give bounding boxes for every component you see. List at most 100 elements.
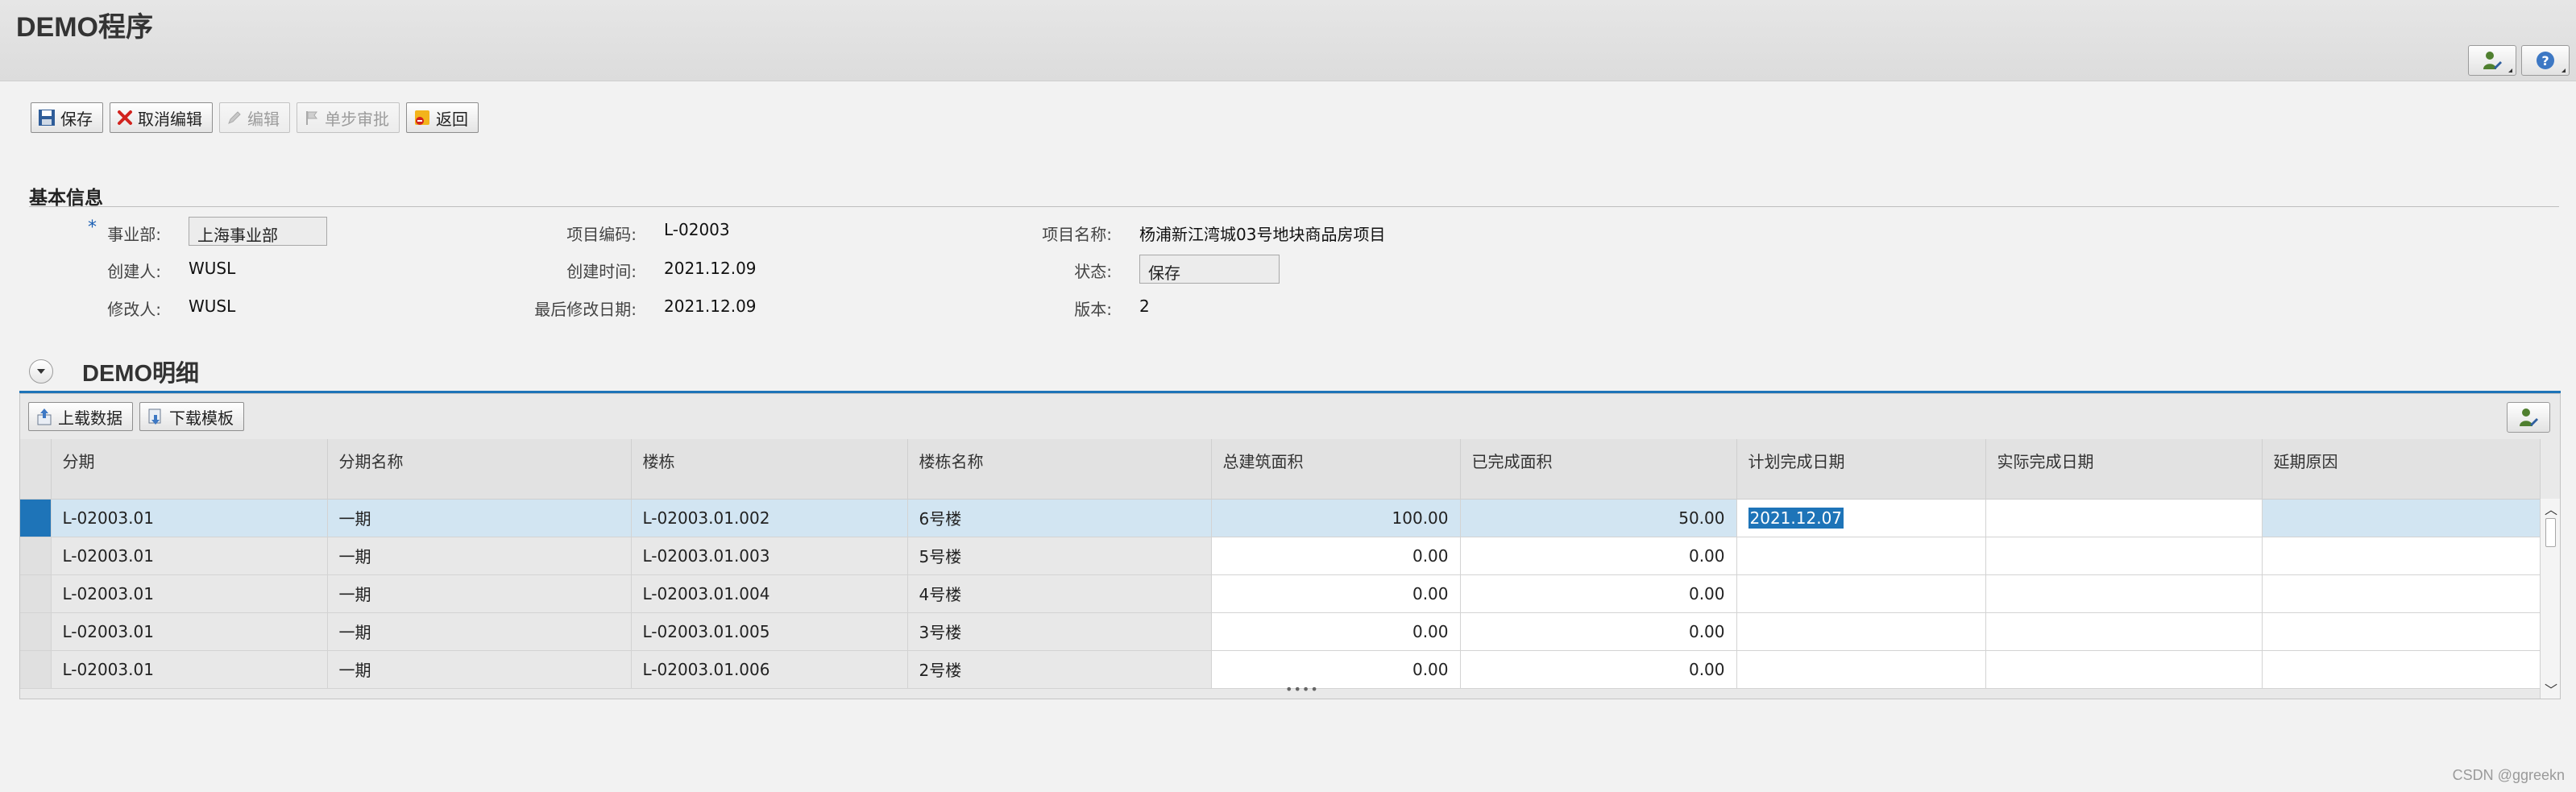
row-selector-header[interactable] [20,439,52,500]
table-row[interactable]: L-02003.01 一期 L-02003.01.006 2号楼 0.00 0.… [20,650,2541,689]
back-button-label: 返回 [436,109,468,129]
division-field[interactable]: 上海事业部 [189,217,327,246]
column-header[interactable]: 分期 [51,439,328,500]
version-value: 2 [1139,296,1150,316]
building-cell: L-02003.01.005 [631,612,908,651]
status-field[interactable]: 保存 [1139,255,1280,284]
save-button-label: 保存 [60,109,93,129]
collapse-detail-button[interactable] [29,359,53,384]
done-area-cell[interactable]: 50.00 [1460,499,1737,537]
done-area-cell[interactable]: 0.00 [1460,574,1737,613]
total-area-cell[interactable]: 0.00 [1211,650,1461,689]
svg-text:?: ? [2541,53,2549,68]
table-row[interactable]: L-02003.01 一期 L-02003.01.002 6号楼 100.00 … [20,499,2541,537]
resize-grip-icon[interactable]: •••• [1285,682,1319,697]
table-row[interactable]: L-02003.01 一期 L-02003.01.003 5号楼 0.00 0.… [20,537,2541,575]
row-selector[interactable] [20,574,52,613]
column-header[interactable]: 实际完成日期 [1985,439,2263,500]
phase-cell: L-02003.01 [51,612,328,651]
table-row[interactable]: L-02003.01 一期 L-02003.01.005 3号楼 0.00 0.… [20,612,2541,651]
done-area-cell[interactable]: 0.00 [1460,537,1737,575]
modifier-label: 修改人: [107,300,161,319]
cancel-icon [118,110,132,125]
vertical-scrollbar[interactable]: ︿ ﹀ [2540,499,2560,699]
detail-section-title: DEMO明细 [82,361,200,387]
download-template-label: 下载模板 [169,408,234,428]
back-button[interactable]: 返回 [406,102,479,133]
edit-button[interactable]: 编辑 [219,102,290,133]
column-header[interactable]: 总建筑面积 [1211,439,1461,500]
basic-info-divider [29,206,2559,207]
save-button[interactable]: 保存 [31,102,103,133]
project-name-value: 杨浦新江湾城03号地块商品房项目 [1139,225,1386,244]
plan-date-input[interactable]: 2021.12.07 [1748,507,1844,529]
scrollbar-thumb[interactable] [2545,518,2556,547]
upload-data-label: 上载数据 [58,408,122,428]
help-button[interactable]: ? [2521,45,2570,76]
column-header[interactable]: 延期原因 [2262,439,2541,500]
actual-date-cell[interactable] [1985,537,2263,575]
actual-date-cell[interactable] [1985,574,2263,613]
total-area-cell[interactable]: 0.00 [1211,612,1461,651]
row-selector[interactable] [20,612,52,651]
row-selector[interactable] [20,650,52,689]
table-header-row: 分期 分期名称 楼栋 楼栋名称 总建筑面积 已完成面积 计划完成日期 实际完成日… [20,439,2541,500]
building-cell: L-02003.01.002 [631,499,908,537]
table-settings-button[interactable] [2507,402,2550,433]
download-template-button[interactable]: 下载模板 [139,402,244,431]
actual-date-cell[interactable] [1985,650,2263,689]
delay-reason-cell[interactable] [2262,537,2541,575]
delay-reason-cell[interactable] [2262,574,2541,613]
column-header[interactable]: 已完成面积 [1460,439,1737,500]
plan-date-cell[interactable] [1736,574,1986,613]
modifier-value: WUSL [189,296,236,316]
building-cell: L-02003.01.006 [631,650,908,689]
phase-name-cell: 一期 [327,650,632,689]
plan-date-cell[interactable] [1736,537,1986,575]
basic-info-title: 基本信息 [29,188,103,209]
actual-date-cell[interactable] [1985,612,2263,651]
status-label: 状态: [1074,262,1112,281]
phase-cell: L-02003.01 [51,537,328,575]
delay-reason-cell[interactable] [2262,499,2541,537]
table-row[interactable]: L-02003.01 一期 L-02003.01.004 4号楼 0.00 0.… [20,574,2541,613]
delay-reason-cell[interactable] [2262,612,2541,651]
delay-reason-cell[interactable] [2262,650,2541,689]
building-cell: L-02003.01.004 [631,574,908,613]
main-toolbar: 保存 取消编辑 编辑 单步审批 返回 [31,102,479,133]
actual-date-cell[interactable] [1985,499,2263,537]
cancel-edit-button[interactable]: 取消编辑 [110,102,213,133]
total-area-cell[interactable]: 0.00 [1211,537,1461,575]
detail-table-panel: 上载数据 下载模板 分期 分期名称 楼栋 楼栋名称 总建筑面积 已完成面积 计划… [19,393,2561,699]
total-area-cell[interactable]: 100.00 [1211,499,1461,537]
version-label: 版本: [1074,300,1112,319]
scroll-down-icon[interactable]: ﹀ [2545,679,2557,699]
plan-date-cell[interactable] [1736,612,1986,651]
modified-date-label: 最后修改日期: [534,300,637,319]
plan-date-cell[interactable]: 2021.12.07 [1736,499,1986,537]
done-area-cell[interactable]: 0.00 [1460,612,1737,651]
pencil-icon [228,111,241,124]
column-header[interactable]: 楼栋 [631,439,908,500]
phase-name-cell: 一期 [327,612,632,651]
row-selector[interactable] [20,537,52,575]
table-toolbar: 上载数据 下载模板 [28,402,244,431]
single-step-approve-button[interactable]: 单步审批 [297,102,400,133]
scroll-up-icon[interactable]: ︿ [2545,499,2557,518]
column-header[interactable]: 分期名称 [327,439,632,500]
division-label: 事业部: [107,225,161,244]
done-area-cell[interactable]: 0.00 [1460,650,1737,689]
created-time-value: 2021.12.09 [664,259,757,278]
phase-name-cell: 一期 [327,537,632,575]
total-area-cell[interactable]: 0.00 [1211,574,1461,613]
plan-date-cell[interactable] [1736,650,1986,689]
user-settings-icon [2483,52,2502,69]
column-header[interactable]: 计划完成日期 [1736,439,1986,500]
phase-cell: L-02003.01 [51,499,328,537]
app-title: DEMO程序 [16,12,153,43]
row-selector[interactable] [20,499,52,537]
watermark: CSDN @ggreekn [2452,767,2565,783]
personalize-button[interactable] [2468,45,2516,76]
upload-data-button[interactable]: 上载数据 [28,402,133,431]
column-header[interactable]: 楼栋名称 [907,439,1212,500]
